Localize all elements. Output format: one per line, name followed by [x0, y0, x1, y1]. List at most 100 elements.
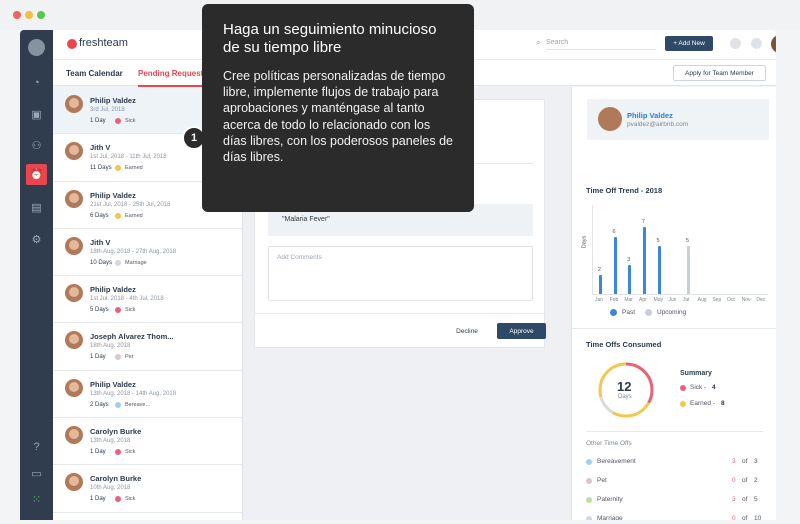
- browser-window: ◔ ▣ ⚇ ⏰ ▤ ⚙ ? ▭ ⁙ freshteam ⌕ Search + A…: [0, 0, 800, 524]
- consumed-title: Time Offs Consumed: [586, 340, 662, 349]
- decline-button[interactable]: Decline: [450, 323, 484, 339]
- close-window-dot[interactable]: [13, 11, 21, 19]
- settings-icon[interactable]: ⚙: [26, 229, 47, 250]
- notifications-icon[interactable]: [751, 38, 762, 49]
- bar-value-label: 3: [627, 257, 631, 264]
- month-tick-label: Aug: [697, 297, 707, 303]
- avatar: [65, 142, 83, 161]
- legend-past-dot: [610, 309, 617, 316]
- request-days: 11 Days: [90, 165, 112, 172]
- leave-type: Pet: [125, 354, 134, 361]
- divider: [586, 431, 763, 432]
- avatar: [65, 189, 83, 208]
- bar-past[interactable]: [657, 246, 661, 294]
- time-off-icon[interactable]: ⏰: [26, 164, 47, 185]
- bar-past[interactable]: [628, 265, 632, 294]
- apply-for-team-member-button[interactable]: Apply for Team Member: [673, 65, 766, 81]
- tab-team-calendar[interactable]: Team Calendar: [66, 69, 123, 78]
- request-row[interactable]: Carolyn Burke 10th Aug, 2018 1 Day Sick: [53, 465, 242, 513]
- avatar: [65, 378, 83, 397]
- request-date: 1st Jul, 2018 - 11th Jul, 2018: [90, 154, 167, 161]
- bar-past[interactable]: [642, 227, 646, 294]
- time-off-of: of: [742, 496, 748, 503]
- time-off-of: of: [742, 515, 748, 520]
- request-name: Philip Valdez: [90, 96, 136, 105]
- help-icon[interactable]: ?: [26, 436, 47, 457]
- consumed-total: 12: [617, 379, 632, 394]
- avatar: [65, 236, 83, 255]
- month-tick-label: Apr: [639, 297, 647, 303]
- request-name: Philip Valdez: [90, 190, 136, 200]
- request-days: 1 Day: [90, 449, 106, 456]
- chat-icon[interactable]: ▭: [26, 463, 47, 484]
- tour-tooltip: Haga un seguimiento minucioso de su tiem…: [202, 4, 474, 212]
- approve-button[interactable]: Approve: [497, 323, 546, 339]
- people-icon[interactable]: ⚇: [26, 135, 47, 156]
- profile-avatar[interactable]: [771, 35, 776, 53]
- leave-type-dot: [115, 307, 121, 314]
- other-title: Other Time Offs: [586, 440, 632, 447]
- earned-dot: [680, 401, 686, 407]
- time-off-total: 2: [754, 477, 758, 484]
- leave-type-dot: [115, 401, 121, 408]
- request-row[interactable]: Carolyn Burke 13th Aug, 2018 1 Day Sick: [53, 418, 242, 466]
- reason-text: "Malaria Fever": [282, 216, 330, 223]
- logo-icon: [67, 39, 77, 49]
- tab-pending-requests[interactable]: Pending Requests: [138, 69, 208, 87]
- reports-icon[interactable]: ▤: [26, 197, 47, 218]
- time-off-label: Bereavement: [597, 458, 636, 465]
- request-days: 1 Day: [90, 118, 106, 124]
- month-tick-label: Nov: [741, 297, 751, 303]
- request-name: Jith V: [90, 143, 111, 153]
- leave-type: Sick: [125, 496, 136, 503]
- bar-upcoming[interactable]: [686, 246, 690, 294]
- request-row[interactable]: Philip Valdez 1st Jul, 2018 - 4th Jul, 20…: [53, 276, 242, 324]
- request-days: 1 Day: [90, 496, 106, 503]
- bar-past[interactable]: [598, 274, 602, 294]
- tooltip-title: Haga un seguimiento minucioso de su tiem…: [223, 21, 437, 56]
- request-date: 10th Aug, 2018: [90, 485, 131, 492]
- bar-value-label: 7: [641, 219, 645, 226]
- minimize-window-dot[interactable]: [25, 11, 33, 19]
- avatar: [65, 95, 83, 113]
- add-new-button[interactable]: + Add New: [665, 36, 713, 51]
- request-row[interactable]: Joseph Alvarez Thom... 18th Aug, 2018 1 Da…: [53, 323, 242, 371]
- leave-type-dot: [115, 165, 121, 172]
- legend-past-label: Past: [622, 309, 636, 316]
- month-tick-label: May: [653, 297, 664, 303]
- leave-type: Marriage: [125, 259, 147, 266]
- leave-type: Earned: [125, 165, 143, 172]
- request-date: 1st Jul, 2018 - 4th Jul, 2018: [90, 296, 164, 303]
- request-days: 2 Days: [90, 401, 109, 408]
- leave-type: Sick: [125, 449, 136, 456]
- month-tick-label: Oct: [727, 297, 735, 303]
- request-date: 21st Jul, 2018 - 25th Jul, 2018: [90, 201, 171, 208]
- profile-email: pvaldez@airbnb.com: [627, 121, 689, 128]
- request-row[interactable]: Jith V 18th Aug, 2018 - 27th Aug, 2018 10 …: [53, 229, 242, 277]
- leave-type-dot: [115, 449, 121, 456]
- request-name: Carolyn Burke: [90, 427, 142, 437]
- briefcase-icon[interactable]: ▣: [26, 104, 47, 125]
- leave-type-dot: [115, 259, 121, 266]
- request-days: 10 Days: [90, 259, 113, 266]
- user-avatar-icon[interactable]: [28, 39, 45, 56]
- messages-icon[interactable]: [730, 38, 741, 49]
- zoom-window-dot[interactable]: [37, 11, 45, 19]
- search-input[interactable]: Search: [546, 39, 656, 50]
- time-off-total: 3: [754, 458, 758, 465]
- time-off-label: Marriage: [597, 515, 623, 520]
- request-row[interactable]: Philip Valdez 13th Aug, 2018 - 14th Aug, …: [53, 371, 242, 419]
- bar-past[interactable]: [613, 236, 617, 294]
- employee-insights-panel: Philip Valdez pvaldez@airbnb.com Time Of…: [571, 87, 776, 520]
- avatar: [65, 331, 83, 350]
- bar-value-label: 5: [685, 238, 689, 245]
- comments-placeholder: Add Comments: [277, 254, 322, 261]
- request-name: Philip Valdez: [90, 285, 136, 295]
- dashboard-icon[interactable]: ◔: [26, 72, 47, 93]
- request-days: 1 Day: [90, 354, 106, 361]
- leave-type-dot: [115, 354, 121, 361]
- apps-grid-icon[interactable]: ⁙: [26, 489, 47, 510]
- profile-name[interactable]: Philip Valdez: [627, 111, 673, 120]
- month-tick-label: Sep: [712, 297, 722, 303]
- leave-type: Sick: [125, 118, 136, 124]
